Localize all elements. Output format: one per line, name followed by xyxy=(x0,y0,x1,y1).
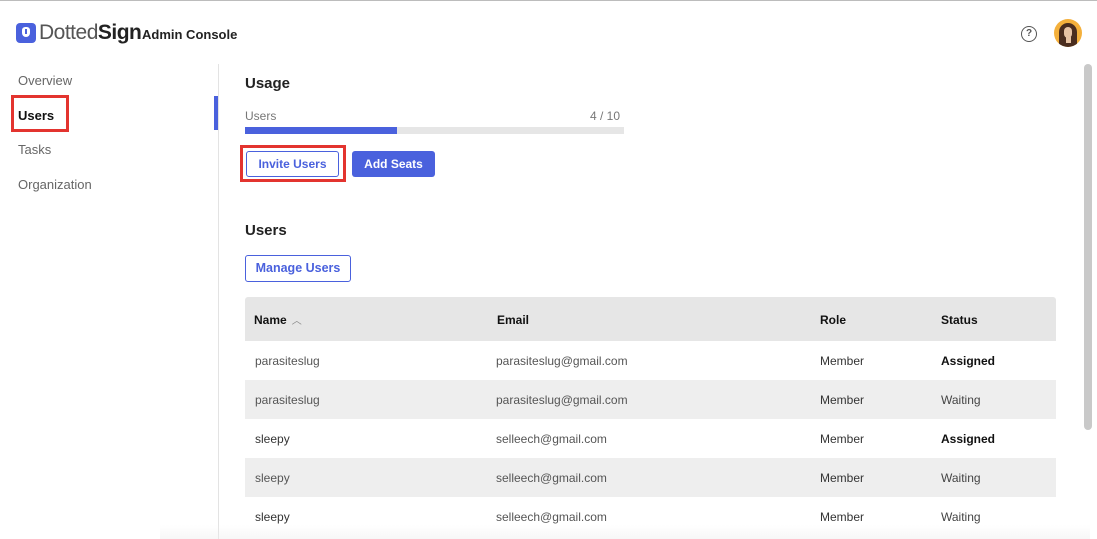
logo-wordmark: DottedSign xyxy=(39,21,142,44)
usage-title: Usage xyxy=(245,75,291,92)
cell-email: parasiteslug@gmail.com xyxy=(496,393,628,407)
cell-status: Assigned xyxy=(941,354,996,368)
user-avatar[interactable] xyxy=(1054,19,1082,47)
sidebar xyxy=(0,64,219,539)
table-header: Name ︿ Email Role Status xyxy=(245,297,1056,341)
cell-role: Member xyxy=(820,471,865,485)
cell-status: Waiting xyxy=(941,471,981,485)
users-section-title: Users xyxy=(245,222,287,239)
app-logo[interactable]: DottedSign xyxy=(16,21,142,44)
cell-status: Waiting xyxy=(941,393,981,407)
usage-users-label: Users xyxy=(245,109,277,123)
avatar-neck xyxy=(1066,37,1071,43)
app-title: Admin Console xyxy=(142,27,238,42)
add-seats-button[interactable]: Add Seats xyxy=(352,151,435,177)
highlight-box-invite xyxy=(240,145,346,182)
dottedsign-logo-icon xyxy=(16,23,36,43)
sidebar-item-tasks[interactable]: Tasks xyxy=(18,142,51,157)
cell-role: Member xyxy=(820,354,865,368)
cell-role: Member xyxy=(820,432,865,446)
column-header-email[interactable]: Email xyxy=(497,313,529,327)
sidebar-item-organization[interactable]: Organization xyxy=(18,177,92,192)
column-header-name[interactable]: Name ︿ xyxy=(254,312,302,327)
sidebar-item-overview[interactable]: Overview xyxy=(18,73,72,88)
usage-progress-fill xyxy=(245,127,397,134)
logo-text-thin: Dotted xyxy=(39,21,98,44)
usage-progress-bar xyxy=(245,127,624,134)
highlight-box-users-nav xyxy=(11,95,69,132)
cell-email: selleech@gmail.com xyxy=(496,471,607,485)
cell-name: sleepy xyxy=(255,510,290,524)
column-header-role[interactable]: Role xyxy=(820,313,846,327)
table-row[interactable]: parasiteslug parasiteslug@gmail.com Memb… xyxy=(245,380,1056,419)
table-row[interactable]: sleepy selleech@gmail.com Member Assigne… xyxy=(245,419,1056,458)
logo-text-bold: Sign xyxy=(97,21,142,44)
page-scrollbar[interactable] xyxy=(1084,64,1092,430)
cell-name: sleepy xyxy=(255,432,290,446)
cell-name: parasiteslug xyxy=(255,354,320,368)
manage-users-button[interactable]: Manage Users xyxy=(245,255,351,282)
usage-count: 4 / 10 xyxy=(590,109,621,123)
cell-name: parasiteslug xyxy=(255,393,320,407)
cell-name: sleepy xyxy=(255,471,290,485)
top-bar: DottedSign Admin Console ? xyxy=(0,0,1097,64)
table-row[interactable]: sleepy selleech@gmail.com Member Waiting xyxy=(245,458,1056,497)
active-nav-indicator xyxy=(214,96,218,130)
cell-status: Assigned xyxy=(941,432,996,446)
cell-email: selleech@gmail.com xyxy=(496,432,607,446)
cell-status: Waiting xyxy=(941,510,981,524)
cell-email: selleech@gmail.com xyxy=(496,510,607,524)
table-row[interactable]: parasiteslug parasiteslug@gmail.com Memb… xyxy=(245,341,1056,380)
chevron-up-icon: ︿ xyxy=(291,316,302,327)
cell-role: Member xyxy=(820,393,865,407)
users-table: Name ︿ Email Role Status parasiteslug par… xyxy=(245,297,1056,536)
bottom-fade xyxy=(160,525,1090,539)
column-header-name-label: Name xyxy=(254,313,287,327)
cell-role: Member xyxy=(820,510,865,524)
help-icon[interactable]: ? xyxy=(1021,26,1037,42)
column-header-status[interactable]: Status xyxy=(941,313,978,327)
cell-email: parasiteslug@gmail.com xyxy=(496,354,628,368)
